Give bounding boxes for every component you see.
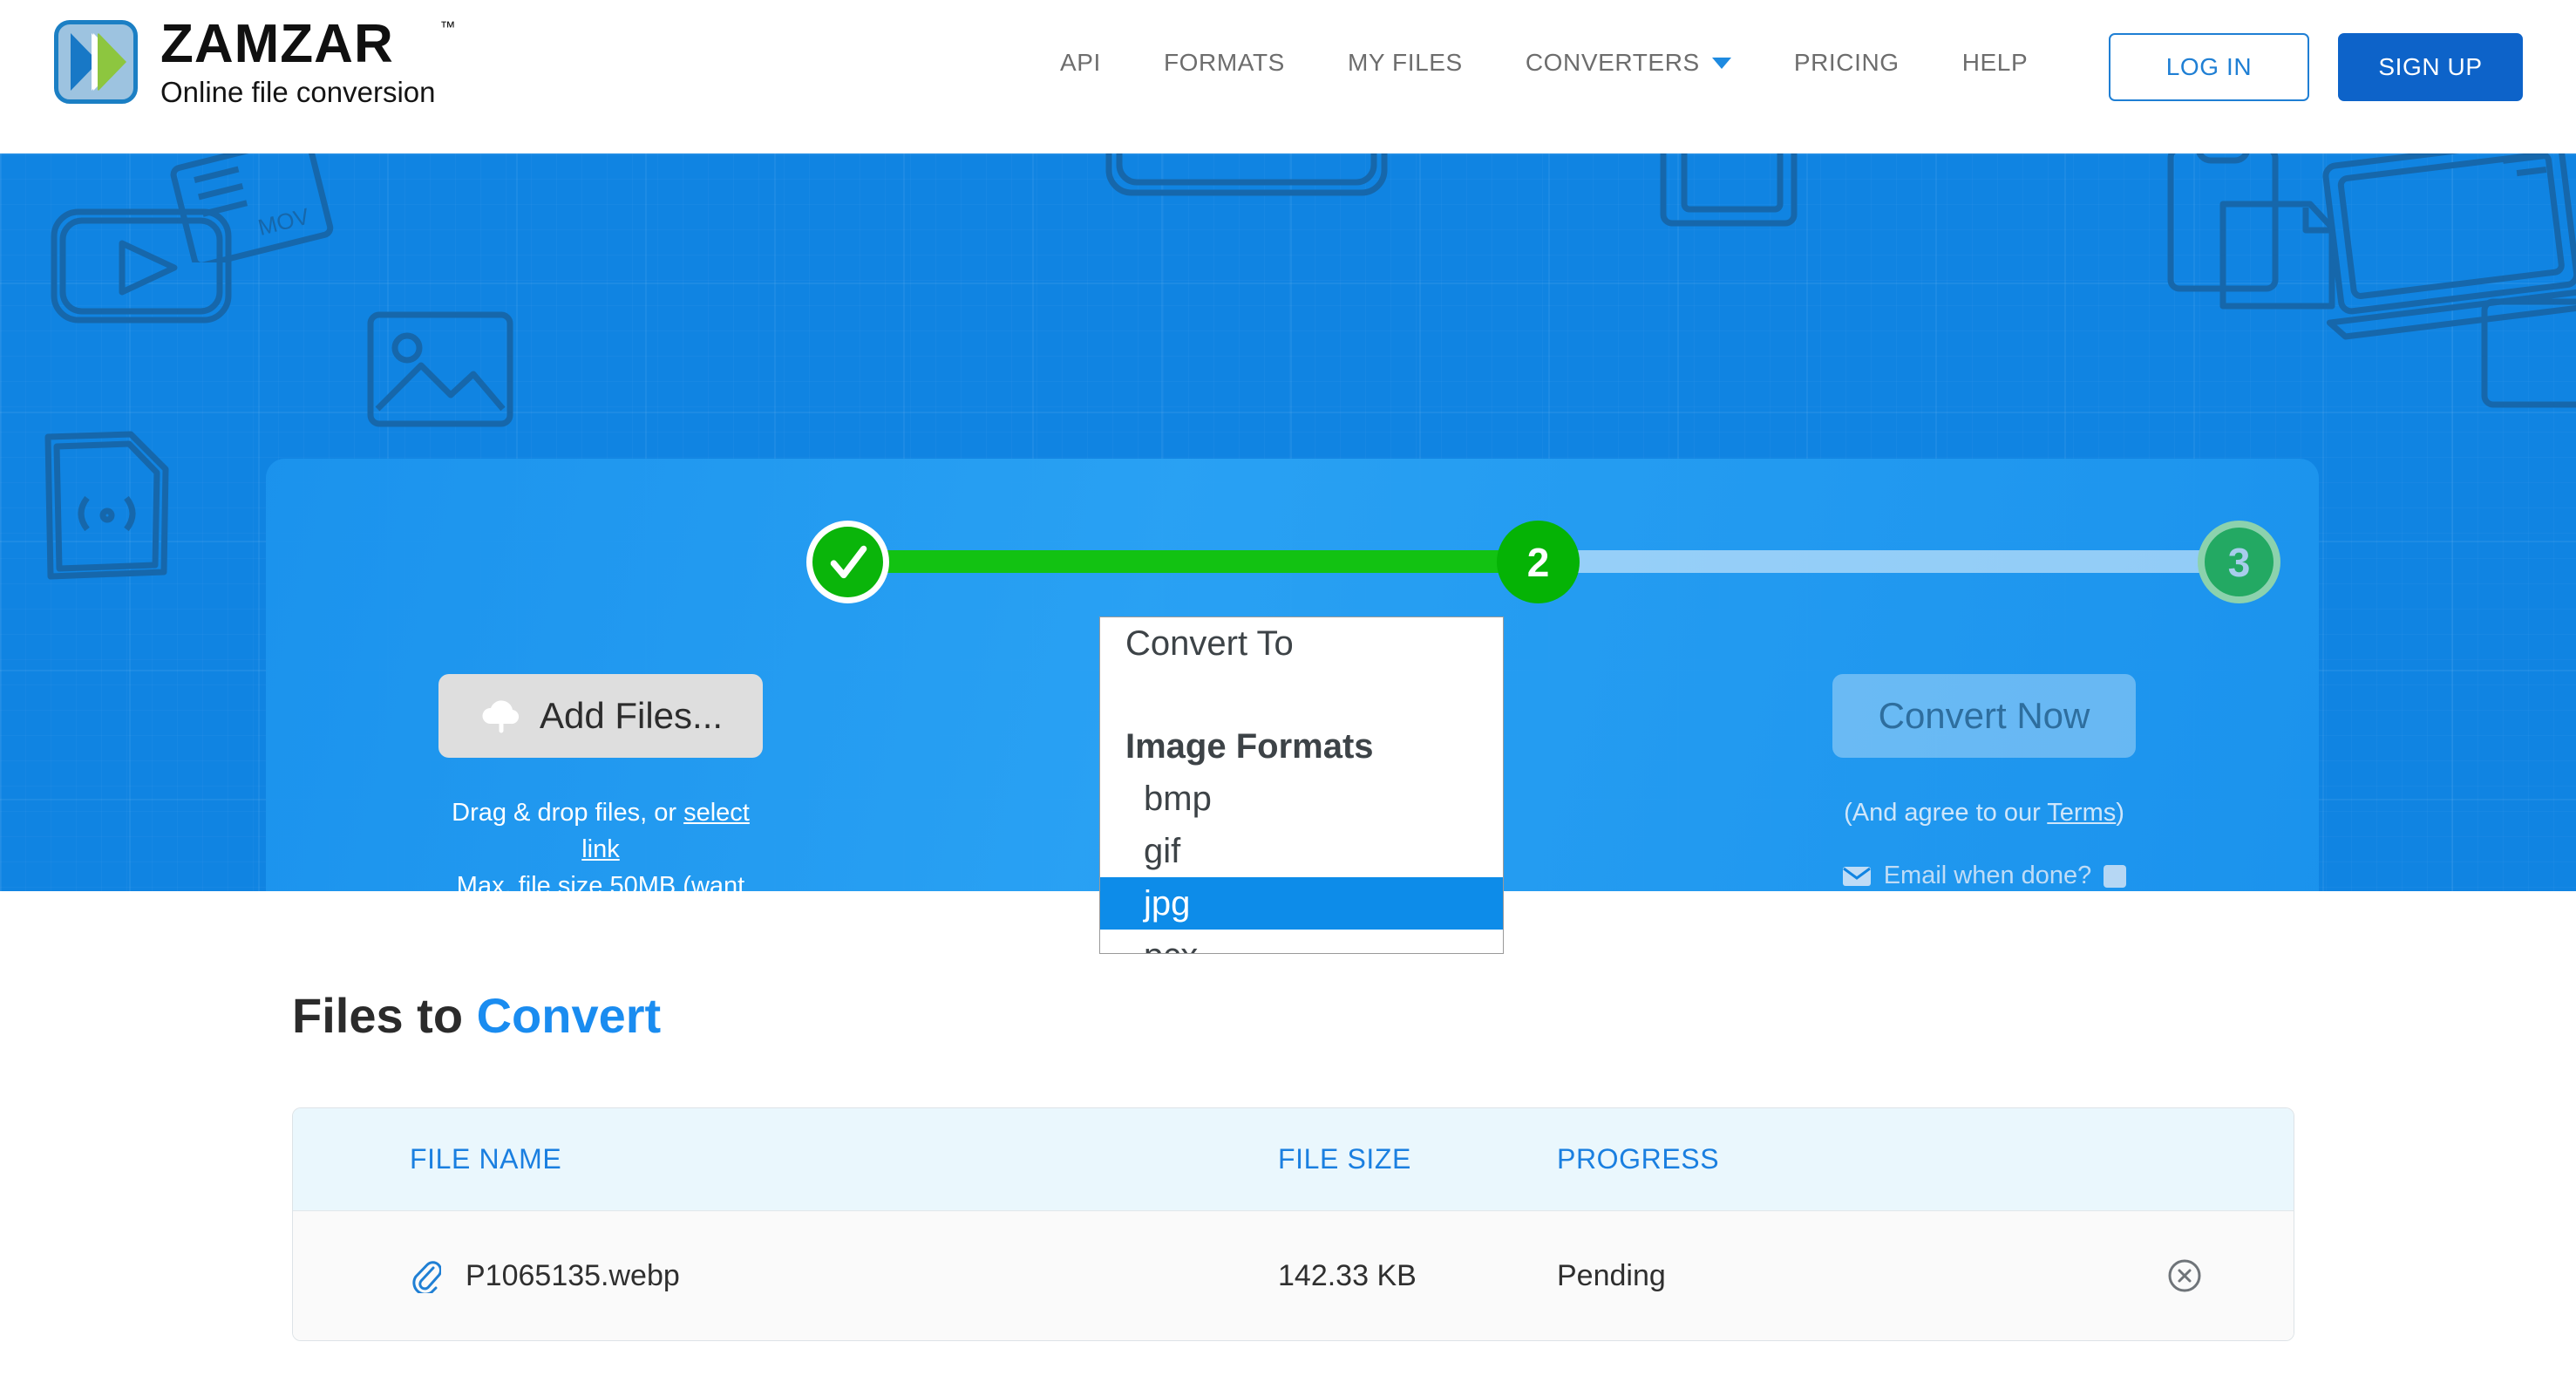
step-3-upcoming[interactable]: 3: [2198, 521, 2280, 603]
cell-file-size: 142.33 KB: [1278, 1258, 1417, 1292]
max-size-line: Max. file size 50MB (want more?): [438, 868, 763, 891]
convert-now-label: Convert Now: [1878, 695, 2090, 736]
main-nav: API FORMATS MY FILES CONVERTERS PRICING …: [1029, 49, 2059, 77]
convert-to-dropdown[interactable]: Convert ToImage Formatsbmpgifjpgpcxpngtg…: [1099, 616, 1504, 954]
email-when-done-row: Email when done?: [1813, 862, 2155, 890]
login-button[interactable]: LOG IN: [2109, 33, 2309, 101]
signup-button[interactable]: SIGN UP: [2338, 33, 2523, 101]
nav-pricing[interactable]: PRICING: [1763, 49, 1931, 77]
dropdown-option-bmp[interactable]: bmp: [1100, 773, 1503, 825]
nav-pricing-label: PRICING: [1793, 49, 1900, 76]
chevron-down-icon: [1711, 57, 1731, 69]
files-table: FILE NAME FILE SIZE PROGRESS P1065135.we…: [292, 1107, 2294, 1341]
column-header-file-name: FILE NAME: [410, 1143, 562, 1175]
email-when-done-label: Email when done?: [1883, 862, 2092, 889]
step-indicator: 2 3: [266, 459, 2319, 633]
files-title-plain: Files to: [292, 988, 477, 1043]
logo-trademark: ™: [439, 18, 457, 36]
document-doodle-icon: [1105, 153, 1388, 196]
dropdown-option-Convert To[interactable]: Convert To: [1100, 617, 1503, 670]
dropdown-group-label: Image Formats: [1125, 726, 1374, 766]
svg-text:MOV: MOV: [255, 202, 312, 241]
column-header-progress: PROGRESS: [1557, 1143, 1720, 1175]
dropdown-option-gif[interactable]: gif: [1100, 825, 1503, 877]
files-table-header: FILE NAME FILE SIZE PROGRESS: [293, 1108, 2294, 1211]
terms-suffix: ): [2116, 799, 2124, 827]
add-files-label: Add Files...: [539, 695, 724, 736]
nav-api[interactable]: API: [1029, 49, 1132, 77]
nav-converters-label: CONVERTERS: [1525, 49, 1700, 76]
table-row: P1065135.webp 142.33 KB Pending: [293, 1211, 2294, 1340]
dropdown-option-pcx[interactable]: pcx: [1100, 930, 1503, 954]
terms-link[interactable]: Terms: [2047, 799, 2116, 827]
login-button-label: LOG IN: [2165, 53, 2253, 80]
step-line-2-3: [1569, 550, 2267, 573]
nav-my-files-label: MY FILES: [1347, 49, 1463, 76]
drag-drop-hint: Drag & drop files, or select link Max. f…: [438, 794, 763, 891]
image-file-doodle-icon: [367, 311, 513, 427]
check-icon: [830, 545, 867, 578]
envelope-icon: [1842, 866, 1871, 886]
logo-word-text: ZAMZAR: [160, 14, 394, 74]
terms-notice: (And agree to our Terms): [1813, 799, 2155, 828]
file-name-text: P1065135.webp: [466, 1258, 680, 1292]
nav-formats-label: FORMATS: [1163, 49, 1285, 76]
mov-file-doodle-icon: MOV: [170, 153, 334, 262]
nav-help[interactable]: HELP: [1931, 49, 2060, 77]
nav-formats[interactable]: FORMATS: [1132, 49, 1316, 77]
code-file-doodle-icon: [44, 431, 169, 580]
drag-drop-line: Drag & drop files, or select link: [438, 794, 763, 868]
drag-drop-text: Drag & drop files, or: [452, 799, 684, 827]
zamzar-chevrons-icon: [54, 20, 138, 104]
cell-actions: [2115, 1257, 2294, 1295]
email-when-done-checkbox[interactable]: [2104, 864, 2127, 888]
page-root: ZAMZAR ™ Online file conversion API FORM…: [0, 0, 2576, 1376]
site-header: ZAMZAR ™ Online file conversion API FORM…: [0, 0, 2576, 153]
square-doodle-icon: [2481, 298, 2576, 408]
paperclip-icon: [412, 1261, 441, 1293]
files-title-accent: Convert: [476, 988, 662, 1043]
nav-my-files[interactable]: MY FILES: [1316, 49, 1494, 77]
nav-api-label: API: [1060, 49, 1101, 76]
files-to-convert-title: Files to Convert: [292, 987, 661, 1044]
step-2-current[interactable]: 2: [1497, 521, 1580, 603]
step-line-1-2: [854, 550, 1569, 573]
nav-converters[interactable]: CONVERTERS: [1494, 49, 1763, 77]
signup-button-label: SIGN UP: [2378, 53, 2483, 80]
column-header-file-size: FILE SIZE: [1278, 1143, 1411, 1175]
logo-tagline: Online file conversion: [160, 76, 436, 108]
remove-circle-icon[interactable]: [2165, 1257, 2204, 1295]
dropdown-spacer: [1100, 670, 1503, 720]
add-files-button[interactable]: Add Files...: [438, 674, 763, 758]
step-3-label: 3: [2227, 539, 2251, 585]
logo-wordmark: ZAMZAR ™: [160, 14, 456, 74]
cell-file-name: P1065135.webp: [293, 1258, 1278, 1293]
cloud-upload-icon: [482, 700, 520, 733]
convert-now-button[interactable]: Convert Now: [1832, 674, 2136, 758]
nav-help-label: HELP: [1961, 49, 2029, 76]
archive-doodle-icon: [1660, 153, 1798, 227]
step-1-complete[interactable]: [806, 521, 889, 603]
dropdown-option-jpg[interactable]: jpg: [1100, 877, 1503, 930]
site-logo[interactable]: ZAMZAR ™ Online file conversion: [54, 14, 456, 108]
step-2-label: 2: [1526, 539, 1550, 585]
terms-prefix: (And agree to our: [1844, 799, 2048, 827]
max-size-text: Max. file size 50MB (: [456, 872, 691, 891]
cell-progress: Pending: [1557, 1258, 1666, 1292]
